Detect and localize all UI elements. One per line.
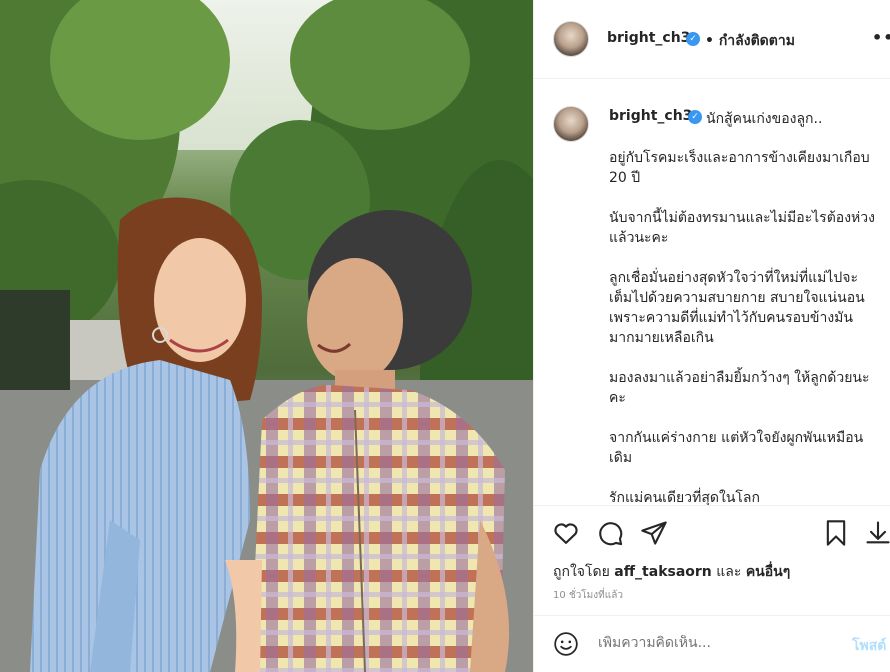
caption-first-line: นักสู้คนเก่งของลูก.. (706, 111, 823, 127)
header-username[interactable]: bright_ch3 (607, 30, 690, 46)
verified-badge-icon: ✓ (688, 110, 702, 124)
caption-paragraph: รักแม่คนเดียวที่สุดในโลก (609, 490, 760, 505)
more-options-icon[interactable]: ••• (872, 28, 890, 47)
post-actions: ถูกใจโดย aff_taksaorn และ คนอื่นๆ 10 ชั่… (534, 505, 890, 605)
post-header: bright_ch3 ✓ • กำลังติดตาม ••• (534, 0, 890, 79)
likes-others-link[interactable]: คนอื่นๆ (746, 564, 790, 580)
likes-and: และ (716, 564, 742, 580)
caption-body: อยู่กับโรคมะเร็งและอาการข้างเคียงมาเกือบ… (609, 148, 881, 505)
verified-badge-icon: ✓ (686, 32, 700, 46)
caption-paragraph: ลูกเชื่อมั่นอย่างสุดหัวใจว่าที่ใหม่ที่แม… (609, 270, 865, 346)
caption-paragraph: อยู่กับโรคมะเร็งและอาการข้างเคียงมาเกือบ… (609, 150, 870, 186)
bookmark-icon[interactable] (822, 519, 850, 547)
share-icon[interactable] (640, 519, 668, 547)
caption-avatar[interactable] (553, 106, 589, 142)
photo-illustration (0, 0, 533, 672)
comment-input[interactable] (598, 635, 838, 651)
avatar[interactable] (553, 21, 589, 57)
post-photo[interactable] (0, 0, 533, 672)
post-details-panel: bright_ch3 ✓ • กำลังติดตาม ••• bright_ch… (533, 0, 890, 672)
post-timestamp[interactable]: 10 ชั่วโมงที่แล้ว (553, 588, 623, 603)
caption-paragraph: มองลงมาแล้วอย่าลืมยิ้มกว้างๆ ให้ลูกด้วยน… (609, 370, 870, 406)
caption-paragraph: นับจากนี้ไม่ต้องทรมานและไม่มีอะไรต้องห่ว… (609, 210, 875, 246)
likes-prefix: ถูกใจโดย (553, 564, 610, 580)
following-status[interactable]: • กำลังติดตาม (705, 30, 795, 52)
likes-user-link[interactable]: aff_taksaorn (614, 564, 712, 580)
comment-icon[interactable] (596, 519, 624, 547)
caption-area: bright_ch3 ✓ นักสู้คนเก่งของลูก.. อยู่กั… (534, 80, 890, 505)
likes-summary: ถูกใจโดย aff_taksaorn และ คนอื่นๆ (553, 561, 790, 583)
heart-icon[interactable] (552, 519, 580, 547)
caption-username[interactable]: bright_ch3 (609, 108, 692, 124)
comment-bar: โพสต์ (534, 615, 890, 672)
post-comment-button[interactable]: โพสต์ (852, 635, 886, 657)
download-icon[interactable] (864, 519, 890, 547)
emoji-icon[interactable] (553, 631, 579, 657)
caption-paragraph: จากกันแค่ร่างกาย แต่หัวใจยังผูกพันเหมือน… (609, 430, 864, 466)
